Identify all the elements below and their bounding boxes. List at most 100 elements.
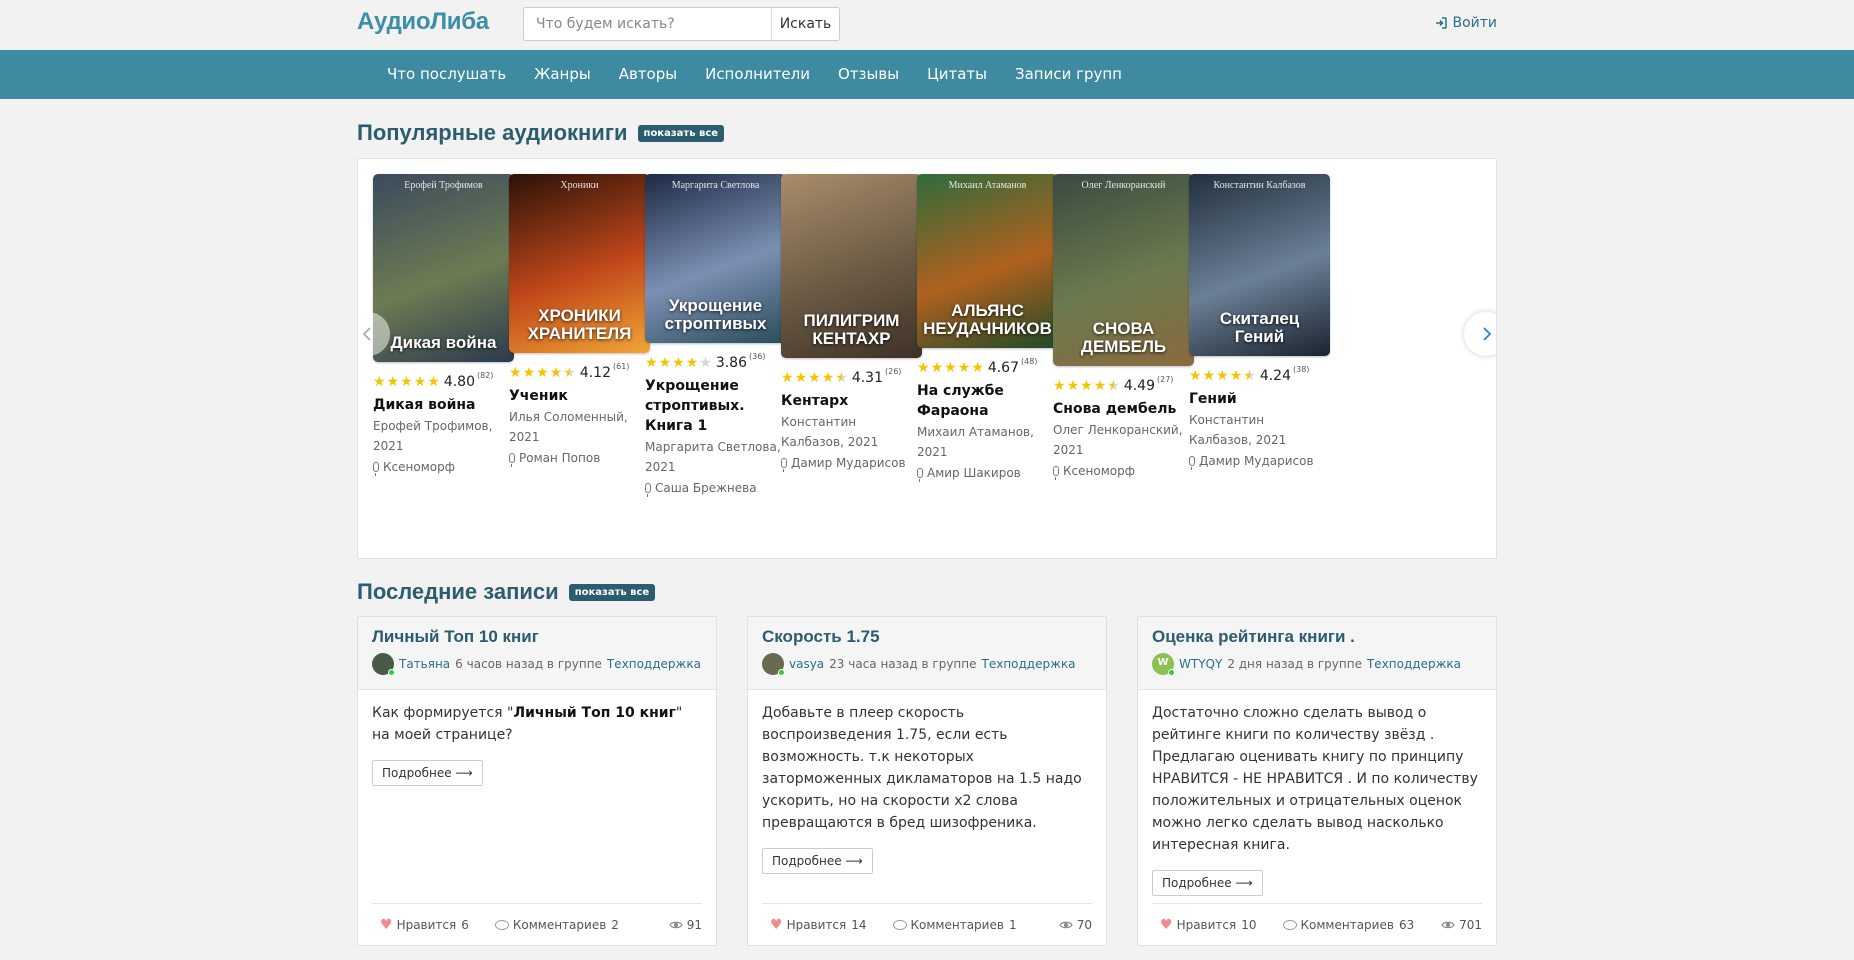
post-author[interactable]: WTYQY <box>1179 657 1222 671</box>
search-button[interactable]: Искать <box>771 8 839 40</box>
book-title[interactable]: Дикая война <box>373 395 514 415</box>
star-icon[interactable]: ★ <box>1203 369 1216 383</box>
read-more-button[interactable]: Подробнее ⟶ <box>1152 870 1263 896</box>
star-icon[interactable]: ★ <box>1094 379 1107 393</box>
book-title[interactable]: Снова дембель <box>1053 399 1194 419</box>
comments-link[interactable]: Комментариев <box>513 918 606 932</box>
nav-item-quotes[interactable]: Цитаты <box>913 50 1001 99</box>
nav-item-group-posts[interactable]: Записи групп <box>1001 50 1136 99</box>
site-logo[interactable]: АудиоЛиба <box>357 8 489 36</box>
book-card[interactable]: Хроники ХРОНИКИ ХРАНИТЕЛЯ ★ ★ ★ ★ ★ 4.12 (61… <box>509 174 650 468</box>
star-icon[interactable]: ★ <box>509 366 522 380</box>
star-icon[interactable]: ★ <box>808 371 821 385</box>
post-group[interactable]: Техподдержка <box>607 657 701 671</box>
book-cover[interactable]: Ерофей Трофимов Дикая война <box>373 174 514 362</box>
book-author-year[interactable]: Ерофей Трофимов, 2021 <box>373 416 514 456</box>
book-narrator[interactable]: Роман Попов <box>509 448 650 468</box>
star-icon[interactable]: ★ <box>659 356 672 370</box>
nav-item-what-to-listen[interactable]: Что послушать <box>373 50 520 99</box>
nav-item-authors[interactable]: Авторы <box>605 50 691 99</box>
star-icon[interactable]: ★ <box>835 371 848 385</box>
read-more-button[interactable]: Подробнее ⟶ <box>372 760 483 786</box>
book-title[interactable]: Укрощение строптивых. Книга 1 <box>645 376 786 436</box>
book-card[interactable]: Константин Калбазов Скиталец Гений ★ ★ ★ ★ ★… <box>1189 174 1330 471</box>
post-author[interactable]: vasya <box>789 657 824 671</box>
book-cover[interactable]: Михаил Атаманов АЛЬЯНС НЕУДАЧНИКОВ <box>917 174 1058 348</box>
book-author-year[interactable]: Олег Ленкоранский, 2021 <box>1053 420 1194 460</box>
post-author[interactable]: Татьяна <box>399 657 450 671</box>
login-link[interactable]: Войти <box>1435 15 1497 31</box>
star-icon[interactable]: ★ <box>958 361 971 375</box>
star-icon[interactable]: ★ <box>1107 379 1120 393</box>
star-icon[interactable]: ★ <box>1189 369 1202 383</box>
book-cover[interactable]: Маргарита Светлова Укрощение строптивых <box>645 174 786 343</box>
star-icon[interactable]: ★ <box>1243 369 1256 383</box>
like-button[interactable]: ♥ Нравится <box>380 917 456 933</box>
book-card[interactable]: Олег Ленкоранский СНОВА ДЕМБЕЛЬ ★ ★ ★ ★ ★ 4.… <box>1053 174 1194 481</box>
book-narrator[interactable]: Саша Брежнева <box>645 478 786 498</box>
nav-item-genres[interactable]: Жанры <box>520 50 605 99</box>
comments-link[interactable]: Комментариев <box>911 918 1004 932</box>
book-author-year[interactable]: Константин Калбазов, 2021 <box>781 412 922 452</box>
book-author-year[interactable]: Маргарита Светлова, 2021 <box>645 437 786 477</box>
nav-item-performers[interactable]: Исполнители <box>691 50 824 99</box>
star-icon[interactable]: ★ <box>917 361 930 375</box>
book-cover[interactable]: Константин Калбазов Скиталец Гений <box>1189 174 1330 356</box>
star-icon[interactable]: ★ <box>427 375 440 389</box>
star-icon[interactable]: ★ <box>414 375 427 389</box>
book-title[interactable]: На службе Фараона <box>917 381 1058 421</box>
post-group[interactable]: Техподдержка <box>982 657 1076 671</box>
star-icon[interactable]: ★ <box>373 375 386 389</box>
star-icon[interactable]: ★ <box>971 361 984 375</box>
post-group[interactable]: Техподдержка <box>1367 657 1461 671</box>
post-title[interactable]: Оценка рейтинга книги . <box>1152 627 1355 646</box>
avatar[interactable] <box>762 653 785 676</box>
star-icon[interactable]: ★ <box>1230 369 1243 383</box>
star-icon[interactable]: ★ <box>1067 379 1080 393</box>
book-author-year[interactable]: Илья Соломенный, 2021 <box>509 407 650 447</box>
star-icon[interactable]: ★ <box>795 371 808 385</box>
star-icon[interactable]: ★ <box>536 366 549 380</box>
book-author-year[interactable]: Константин Калбазов, 2021 <box>1189 410 1330 450</box>
star-icon[interactable]: ★ <box>1053 379 1066 393</box>
like-button[interactable]: ♥ Нравится <box>1160 917 1236 933</box>
nav-item-reviews[interactable]: Отзывы <box>824 50 913 99</box>
latest-show-all-button[interactable]: показать все <box>568 583 656 601</box>
post-title[interactable]: Личный Топ 10 книг <box>372 627 539 646</box>
avatar[interactable]: W <box>1152 653 1175 676</box>
book-cover[interactable]: ПИЛИГРИМ КЕНТАХР <box>781 174 922 358</box>
book-narrator[interactable]: Ксеноморф <box>373 457 514 477</box>
popular-show-all-button[interactable]: показать все <box>637 124 725 142</box>
star-icon[interactable]: ★ <box>672 356 685 370</box>
star-icon[interactable]: ★ <box>931 361 944 375</box>
book-card[interactable]: ПИЛИГРИМ КЕНТАХР ★ ★ ★ ★ ★ 4.31 (26) Кентарх… <box>781 174 922 473</box>
star-icon[interactable]: ★ <box>645 356 658 370</box>
star-icon[interactable]: ★ <box>523 366 536 380</box>
star-icon[interactable]: ★ <box>822 371 835 385</box>
star-icon[interactable]: ★ <box>1080 379 1093 393</box>
star-icon[interactable]: ★ <box>550 366 563 380</box>
avatar[interactable] <box>372 653 395 676</box>
book-narrator[interactable]: Дамир Мударисов <box>781 453 922 473</box>
star-icon[interactable]: ★ <box>1216 369 1229 383</box>
read-more-button[interactable]: Подробнее ⟶ <box>762 848 873 874</box>
book-author-year[interactable]: Михаил Атаманов, 2021 <box>917 422 1058 462</box>
star-icon[interactable]: ★ <box>400 375 413 389</box>
comments-link[interactable]: Комментариев <box>1301 918 1394 932</box>
book-title[interactable]: Ученик <box>509 386 650 406</box>
book-cover[interactable]: Хроники ХРОНИКИ ХРАНИТЕЛЯ <box>509 174 650 353</box>
book-card[interactable]: Ерофей Трофимов Дикая война ★ ★ ★ ★ ★ 4.80 (… <box>373 174 514 477</box>
book-narrator[interactable]: Амир Шакиров <box>917 463 1058 483</box>
book-cover[interactable]: Олег Ленкоранский СНОВА ДЕМБЕЛЬ <box>1053 174 1194 366</box>
book-card[interactable]: Михаил Атаманов АЛЬЯНС НЕУДАЧНИКОВ ★ ★ ★ ★ ★… <box>917 174 1058 483</box>
star-icon[interactable]: ★ <box>387 375 400 389</box>
search-input[interactable] <box>524 8 771 40</box>
star-icon[interactable]: ★ <box>563 366 576 380</box>
book-narrator[interactable]: Ксеноморф <box>1053 461 1194 481</box>
book-narrator[interactable]: Дамир Мударисов <box>1189 451 1330 471</box>
star-icon[interactable]: ★ <box>781 371 794 385</box>
book-title[interactable]: Гений <box>1189 389 1330 409</box>
book-title[interactable]: Кентарх <box>781 391 922 411</box>
like-button[interactable]: ♥ Нравится <box>770 917 846 933</box>
star-icon[interactable]: ★ <box>686 356 699 370</box>
